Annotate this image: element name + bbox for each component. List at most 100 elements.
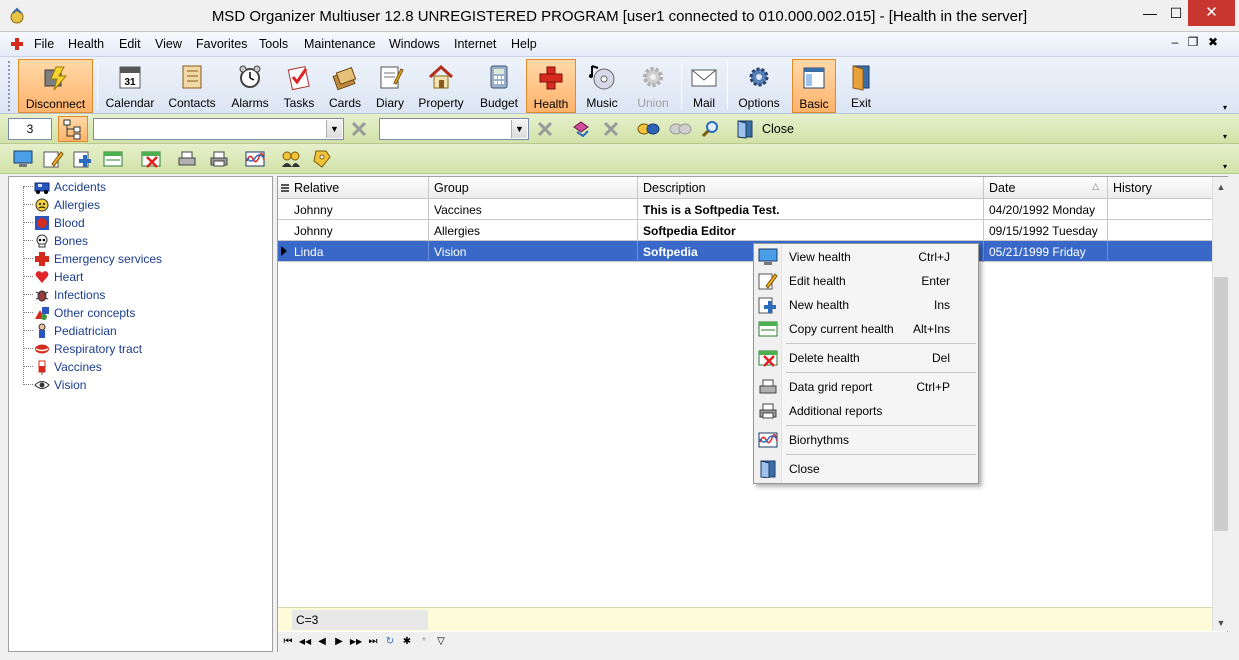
scroll-up-icon[interactable]: ▲	[1213, 179, 1229, 195]
minimize-button[interactable]: —	[1136, 0, 1164, 26]
mdi-restore-button[interactable]: ❐	[1184, 35, 1202, 49]
clear-filter-icon[interactable]	[601, 119, 621, 139]
cell-date[interactable]: 05/21/1999 Friday	[984, 241, 1108, 262]
tree-toggle-button[interactable]	[58, 116, 88, 142]
previous-record-icon[interactable]: ◀	[314, 634, 330, 650]
menu-item-biorhythms[interactable]: Biorhythms	[756, 429, 976, 451]
menu-edit[interactable]: Edit	[119, 37, 141, 51]
delete-x-icon[interactable]	[140, 149, 162, 169]
menu-favorites[interactable]: Favorites	[196, 37, 247, 51]
table-row[interactable]: Johnny Allergies Softpedia Editor 09/15/…	[278, 220, 1212, 241]
clear-relative-filter-icon[interactable]	[535, 119, 555, 139]
unlink-records-icon[interactable]	[668, 119, 694, 139]
menu-file[interactable]: File	[34, 37, 54, 51]
menu-view[interactable]: View	[155, 37, 182, 51]
scrollbar-thumb[interactable]	[1214, 277, 1228, 531]
calendar-button[interactable]: 31 Calendar	[102, 59, 158, 113]
previous-page-icon[interactable]: ◀◀	[297, 634, 313, 650]
alarms-button[interactable]: Alarms	[226, 59, 274, 113]
cell-relative[interactable]: Linda	[289, 241, 429, 262]
property-button[interactable]: Property	[414, 59, 468, 113]
mail-button[interactable]: Mail	[684, 59, 724, 113]
search-icon[interactable]	[700, 119, 720, 139]
menu-item-additional-reports[interactable]: Additional reports	[756, 400, 976, 422]
menu-item-view-health[interactable]: View health Ctrl+J	[756, 246, 976, 268]
next-page-icon[interactable]: ▶▶	[348, 634, 364, 650]
menu-item-new-health[interactable]: New health Ins	[756, 294, 976, 316]
basic-button[interactable]: Basic	[792, 59, 836, 113]
cell-group[interactable]: Vision	[429, 241, 638, 262]
column-header-description[interactable]: Description	[638, 177, 984, 199]
menu-help[interactable]: Help	[511, 37, 537, 51]
column-header-group[interactable]: Group	[429, 177, 638, 199]
cell-group[interactable]: Allergies	[429, 220, 638, 241]
keys-icon[interactable]	[310, 149, 332, 169]
menu-item-data-grid-report[interactable]: Data grid report Ctrl+P	[756, 376, 976, 398]
menu-item-copy-current-health[interactable]: Copy current health Alt+Ins	[756, 318, 976, 340]
actionbar-overflow-chevron-icon[interactable]: ▾	[1223, 162, 1233, 172]
clear-group-filter-icon[interactable]	[349, 119, 369, 139]
cell-history[interactable]	[1108, 220, 1212, 241]
menu-tools[interactable]: Tools	[259, 37, 288, 51]
union-button[interactable]: Union	[628, 59, 678, 113]
table-row[interactable]: Johnny Vaccines This is a Softpedia Test…	[278, 199, 1212, 220]
users-key-icon[interactable]	[280, 149, 302, 169]
cell-history[interactable]	[1108, 241, 1212, 262]
filterbar-overflow-chevron-icon[interactable]: ▾	[1223, 132, 1233, 142]
menu-item-edit-health[interactable]: Edit health Enter	[756, 270, 976, 292]
health-cross-icon[interactable]	[10, 37, 24, 51]
chevron-down-icon[interactable]: ▼	[326, 120, 342, 138]
cell-relative[interactable]: Johnny	[289, 199, 429, 220]
maximize-button[interactable]: ☐	[1162, 0, 1190, 26]
biorhythm-chart-icon[interactable]	[244, 149, 266, 169]
options-button[interactable]: Options	[733, 59, 785, 113]
disconnect-button[interactable]: Disconnect	[18, 59, 93, 113]
column-header-relative[interactable]: Relative	[289, 177, 429, 199]
cards-button[interactable]: Cards	[324, 59, 366, 113]
scroll-down-icon[interactable]: ▼	[1213, 615, 1229, 631]
menu-item-delete-health[interactable]: Delete health Del	[756, 347, 976, 369]
filter-apply-icon[interactable]	[571, 119, 591, 139]
group-filter-dropdown[interactable]: ▼	[93, 118, 344, 140]
last-record-icon[interactable]: ⏭	[365, 634, 381, 650]
diary-button[interactable]: Diary	[370, 59, 410, 113]
chevron-down-icon[interactable]: ▼	[511, 120, 527, 138]
cell-description[interactable]: Softpedia Editor	[638, 220, 984, 241]
table-row-selected[interactable]: Linda Vision Softpedia 05/21/1999 Friday	[278, 241, 1212, 262]
cell-description[interactable]: This is a Softpedia Test.	[638, 199, 984, 220]
menu-maintenance[interactable]: Maintenance	[304, 37, 376, 51]
menu-windows[interactable]: Windows	[389, 37, 440, 51]
printer-icon[interactable]	[176, 149, 198, 169]
cell-date[interactable]: 04/20/1992 Monday	[984, 199, 1108, 220]
copy-record-icon[interactable]	[102, 149, 124, 169]
filter-icon[interactable]: ▽	[433, 634, 449, 650]
tasks-button[interactable]: Tasks	[278, 59, 320, 113]
relative-filter-dropdown[interactable]: ▼	[379, 118, 529, 140]
budget-button[interactable]: Budget	[476, 59, 522, 113]
grid-vertical-scrollbar[interactable]: ▲ ▼	[1212, 177, 1228, 631]
cell-relative[interactable]: Johnny	[289, 220, 429, 241]
music-button[interactable]: Music	[580, 59, 624, 113]
close-door-icon[interactable]	[735, 119, 755, 139]
toolbar-overflow-chevron-icon[interactable]: ▾	[1223, 103, 1233, 113]
insert-record-icon[interactable]: ✱	[399, 634, 415, 650]
health-button[interactable]: Health	[526, 59, 576, 113]
mdi-minimize-button[interactable]: –	[1166, 35, 1184, 49]
next-record-icon[interactable]: ▶	[331, 634, 347, 650]
record-count-field[interactable]: 3	[8, 118, 52, 140]
cell-group[interactable]: Vaccines	[429, 199, 638, 220]
cell-history[interactable]	[1108, 199, 1212, 220]
first-record-icon[interactable]: ⏮	[280, 634, 296, 650]
toolbar-grip[interactable]	[8, 61, 12, 111]
monitor-icon[interactable]	[12, 149, 34, 169]
append-record-icon[interactable]: *	[416, 634, 432, 650]
column-header-history[interactable]: History	[1108, 177, 1212, 199]
edit-pencil-icon[interactable]	[42, 149, 64, 169]
link-records-icon[interactable]	[636, 119, 662, 139]
column-chooser-icon[interactable]	[281, 184, 289, 192]
menu-internet[interactable]: Internet	[454, 37, 496, 51]
close-window-button[interactable]: ✕	[1188, 0, 1235, 26]
new-plus-icon[interactable]	[72, 149, 94, 169]
printer-reports-icon[interactable]	[208, 149, 230, 169]
column-header-date[interactable]: Date △	[984, 177, 1108, 199]
